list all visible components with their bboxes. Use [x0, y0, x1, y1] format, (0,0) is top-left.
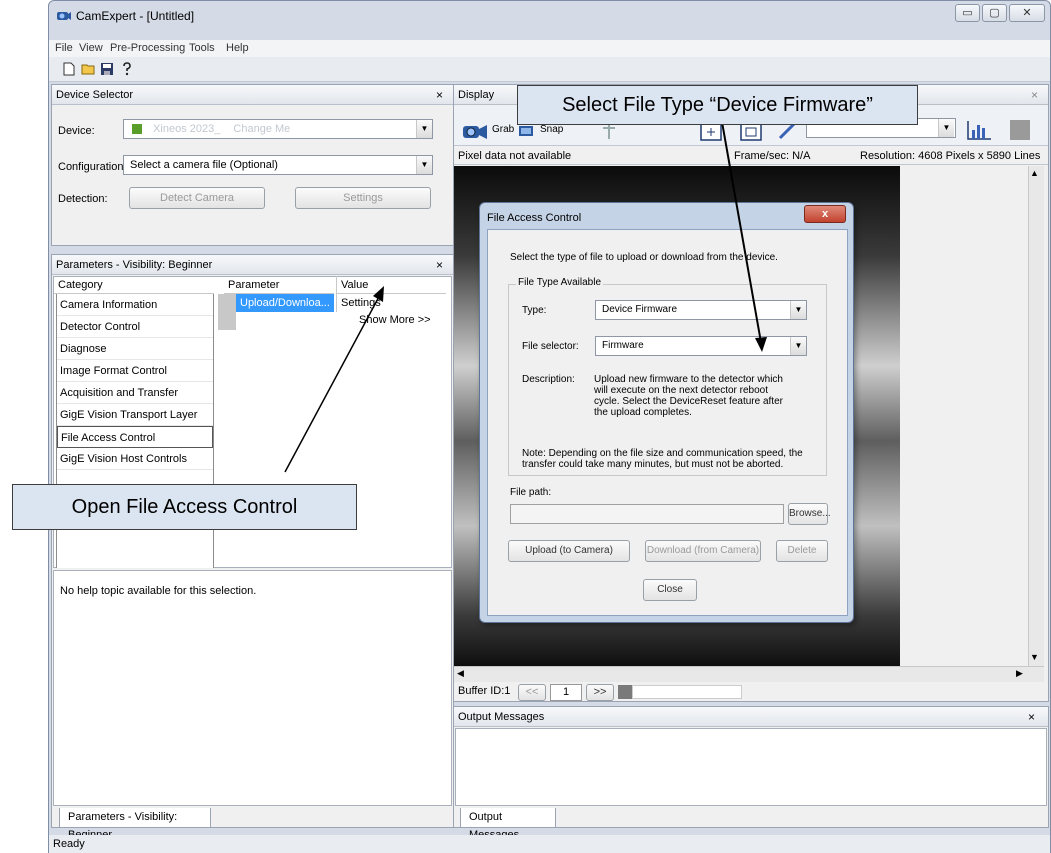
annotation-arrows	[284, 121, 767, 473]
arrowhead	[755, 337, 767, 352]
callout-file-type: Select File Type “Device Firmware”	[517, 85, 918, 125]
arrow-to-settings	[284, 292, 382, 473]
callout-open-fac: Open File Access Control	[12, 484, 357, 530]
arrow-to-file-selector	[721, 121, 763, 349]
arrowhead	[373, 286, 384, 302]
